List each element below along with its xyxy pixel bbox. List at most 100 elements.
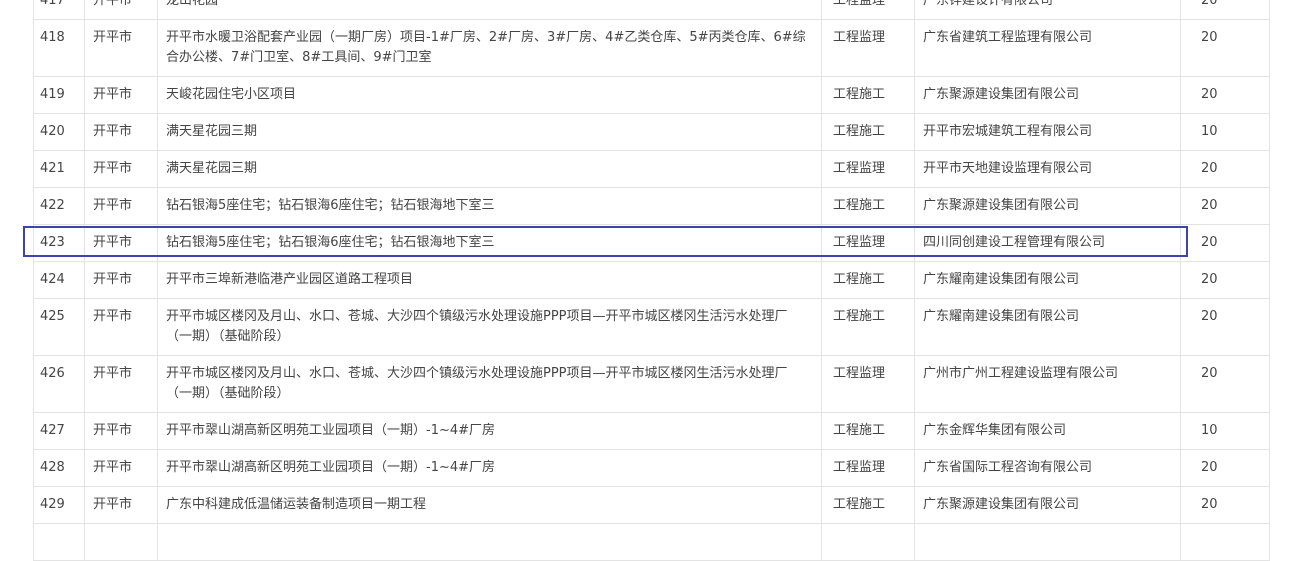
work-type-cell: 工程施工: [821, 412, 915, 450]
work-type-cell: 工程施工: [821, 486, 915, 524]
table-row: 425 开平市 开平市城区楼冈及月山、水口、苍城、大沙四个镇级污水处理设施PPP项目…: [33, 298, 1270, 356]
company-name-cell: 广东金辉华集团有限公司: [914, 412, 1181, 450]
row-number-cell: 422: [33, 187, 85, 225]
project-name-cell: 满天星花园三期: [157, 150, 822, 188]
row-number-cell: 421: [33, 150, 85, 188]
row-number-cell: 417: [33, 0, 85, 20]
project-name-cell: 开平市翠山湖高新区明苑工业园项目（一期）-1~4#厂房: [157, 412, 822, 450]
table-row: 428 开平市 开平市翠山湖高新区明苑工业园项目（一期）-1~4#厂房 工程监理 广东省…: [33, 449, 1270, 487]
company-name-cell: 广东铧建设计有限公司: [914, 0, 1181, 20]
work-type-cell: 工程施工: [821, 187, 915, 225]
table-row: 429 开平市 广东中科建成低温储运装备制造项目一期工程 工程施工 广东聚源建设集团有限…: [33, 486, 1270, 524]
table-row: 422 开平市 钻石银海5座住宅；钻石银海6座住宅；钻石银海地下室三 工程施工 广东聚源…: [33, 187, 1270, 225]
row-number-cell: 426: [33, 355, 85, 413]
project-name-cell: 开平市翠山湖高新区明苑工业园项目（一期）-1~4#厂房: [157, 449, 822, 487]
company-name-cell: 广东省建筑工程监理有限公司: [914, 19, 1181, 77]
score-cell: 10: [1180, 113, 1270, 151]
company-name-cell: 广东耀南建设集团有限公司: [914, 298, 1181, 356]
table-row: 418 开平市 开平市水暖卫浴配套产业园（一期厂房）项目-1#厂房、2#厂房、3#厂…: [33, 19, 1270, 77]
score-cell: 20: [1180, 19, 1270, 77]
row-number-cell: 420: [33, 113, 85, 151]
score-cell: [1180, 523, 1270, 561]
work-type-cell: 工程施工: [821, 261, 915, 299]
score-cell: 20: [1180, 298, 1270, 356]
score-cell: 20: [1180, 76, 1270, 114]
project-name-cell: 开平市城区楼冈及月山、水口、苍城、大沙四个镇级污水处理设施PPP项目—开平市城区…: [157, 355, 822, 413]
table-row: 424 开平市 开平市三埠新港临港产业园区道路工程项目 工程施工 广东耀南建设集团有限公…: [33, 261, 1270, 299]
row-number-cell: 423: [33, 224, 85, 262]
company-name-cell: 广东省国际工程咨询有限公司: [914, 449, 1181, 487]
project-name-cell: [157, 523, 822, 561]
table-row: 419 开平市 天峻花园住宅小区项目 工程施工 广东聚源建设集团有限公司 20: [33, 76, 1270, 114]
city-cell: 开平市: [84, 150, 158, 188]
company-name-cell: 开平市天地建设监理有限公司: [914, 150, 1181, 188]
company-name-cell: 广东聚源建设集团有限公司: [914, 486, 1181, 524]
project-name-cell: 开平市城区楼冈及月山、水口、苍城、大沙四个镇级污水处理设施PPP项目—开平市城区…: [157, 298, 822, 356]
company-name-cell: 广州市广州工程建设监理有限公司: [914, 355, 1181, 413]
row-number-cell: 425: [33, 298, 85, 356]
work-type-cell: 工程监理: [821, 19, 915, 77]
company-name-cell: 广东聚源建设集团有限公司: [914, 76, 1181, 114]
city-cell: 开平市: [84, 187, 158, 225]
row-number-cell: 428: [33, 449, 85, 487]
table-row: [33, 523, 1270, 561]
company-name-cell: 广东聚源建设集团有限公司: [914, 187, 1181, 225]
city-cell: 开平市: [84, 224, 158, 262]
city-cell: 开平市: [84, 486, 158, 524]
table-row: 427 开平市 开平市翠山湖高新区明苑工业园项目（一期）-1~4#厂房 工程施工 广东金…: [33, 412, 1270, 450]
row-number-cell: 418: [33, 19, 85, 77]
city-cell: 开平市: [84, 298, 158, 356]
company-name-cell: 广东耀南建设集团有限公司: [914, 261, 1181, 299]
row-number-cell: 419: [33, 76, 85, 114]
table-row: 423 开平市 钻石银海5座住宅；钻石银海6座住宅；钻石银海地下室三 工程监理 四川同创…: [33, 224, 1270, 262]
work-type-cell: 工程施工: [821, 298, 915, 356]
score-cell: 20: [1180, 0, 1270, 20]
table-row: 421 开平市 满天星花园三期 工程监理 开平市天地建设监理有限公司 20: [33, 150, 1270, 188]
work-type-cell: 工程监理: [821, 224, 915, 262]
score-cell: 20: [1180, 150, 1270, 188]
row-number-cell: 429: [33, 486, 85, 524]
city-cell: 开平市: [84, 113, 158, 151]
score-cell: 20: [1180, 449, 1270, 487]
city-cell: 开平市: [84, 449, 158, 487]
results-table-body: 417 开平市 龙山花园 工程监理 广东铧建设计有限公司 20 418 开平市 开平市水暖卫浴配…: [33, 0, 1270, 561]
work-type-cell: 工程施工: [821, 113, 915, 151]
table-row: 420 开平市 满天星花园三期 工程施工 开平市宏城建筑工程有限公司 10: [33, 113, 1270, 151]
results-table: 417 开平市 龙山花园 工程监理 广东铧建设计有限公司 20 418 开平市 开平市水暖卫浴配…: [33, 0, 1270, 561]
project-name-cell: 钻石银海5座住宅；钻石银海6座住宅；钻石银海地下室三: [157, 187, 822, 225]
score-cell: 20: [1180, 486, 1270, 524]
city-cell: 开平市: [84, 19, 158, 77]
score-cell: 20: [1180, 224, 1270, 262]
city-cell: 开平市: [84, 0, 158, 20]
project-name-cell: 开平市水暖卫浴配套产业园（一期厂房）项目-1#厂房、2#厂房、3#厂房、4#乙类…: [157, 19, 822, 77]
work-type-cell: 工程监理: [821, 355, 915, 413]
company-name-cell: 四川同创建设工程管理有限公司: [914, 224, 1181, 262]
row-number-cell: 427: [33, 412, 85, 450]
row-number-cell: [33, 523, 85, 561]
project-name-cell: 开平市三埠新港临港产业园区道路工程项目: [157, 261, 822, 299]
company-name-cell: 开平市宏城建筑工程有限公司: [914, 113, 1181, 151]
project-name-cell: 龙山花园: [157, 0, 822, 20]
score-cell: 20: [1180, 261, 1270, 299]
work-type-cell: [821, 523, 915, 561]
city-cell: 开平市: [84, 412, 158, 450]
work-type-cell: 工程监理: [821, 449, 915, 487]
table-row: 426 开平市 开平市城区楼冈及月山、水口、苍城、大沙四个镇级污水处理设施PPP项目…: [33, 355, 1270, 413]
city-cell: 开平市: [84, 261, 158, 299]
row-number-cell: 424: [33, 261, 85, 299]
score-cell: 20: [1180, 187, 1270, 225]
project-name-cell: 钻石银海5座住宅；钻石银海6座住宅；钻石银海地下室三: [157, 224, 822, 262]
city-cell: 开平市: [84, 76, 158, 114]
city-cell: [84, 523, 158, 561]
results-table-container: 417 开平市 龙山花园 工程监理 广东铧建设计有限公司 20 418 开平市 开平市水暖卫浴配…: [33, 0, 1270, 561]
project-name-cell: 广东中科建成低温储运装备制造项目一期工程: [157, 486, 822, 524]
project-name-cell: 天峻花园住宅小区项目: [157, 76, 822, 114]
work-type-cell: 工程监理: [821, 150, 915, 188]
city-cell: 开平市: [84, 355, 158, 413]
score-cell: 20: [1180, 355, 1270, 413]
work-type-cell: 工程施工: [821, 76, 915, 114]
score-cell: 10: [1180, 412, 1270, 450]
table-row: 417 开平市 龙山花园 工程监理 广东铧建设计有限公司 20: [33, 0, 1270, 20]
project-name-cell: 满天星花园三期: [157, 113, 822, 151]
company-name-cell: [914, 523, 1181, 561]
